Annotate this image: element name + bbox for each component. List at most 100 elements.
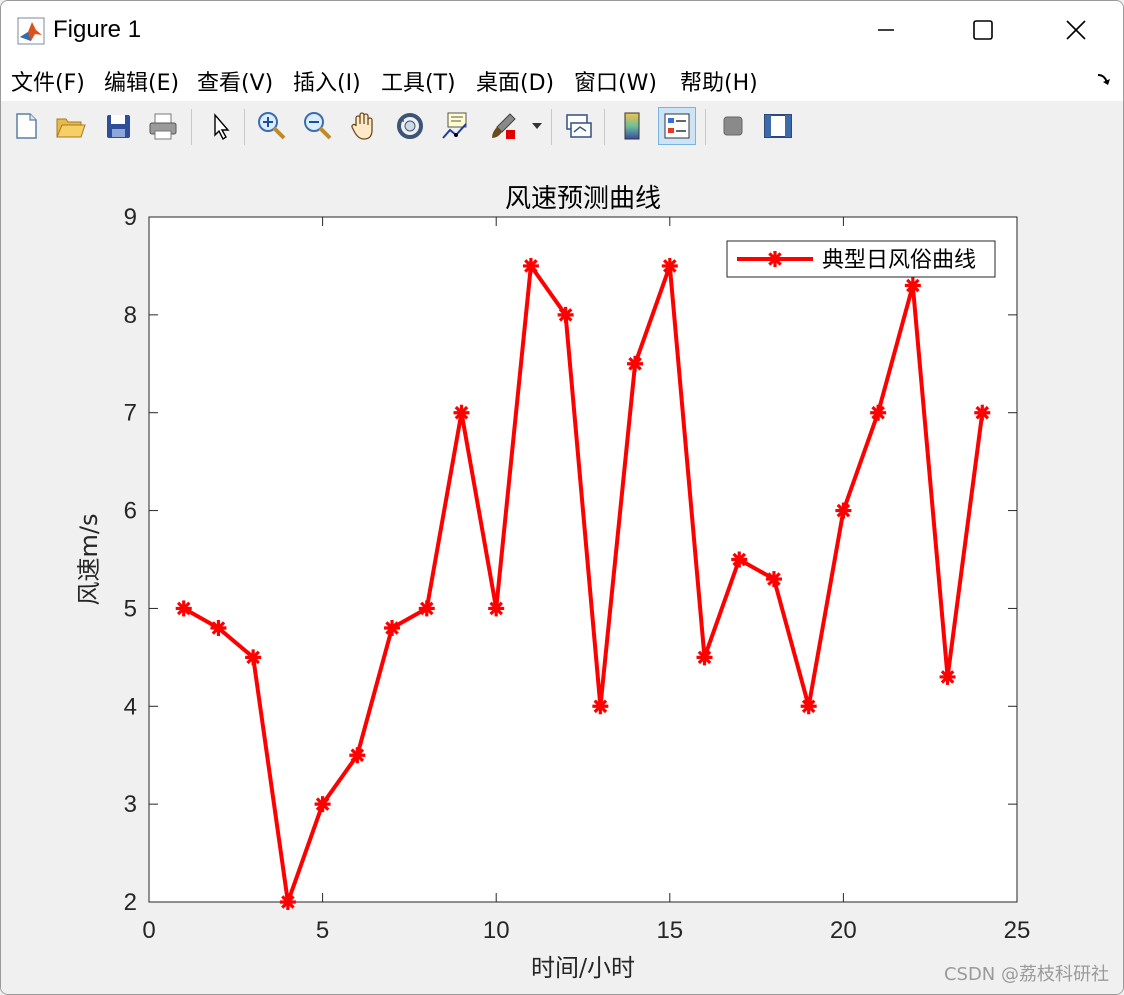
legend-label: 典型日风俗曲线	[822, 248, 976, 273]
menu-window[interactable]: 窗口(W)	[574, 65, 657, 97]
x-tick-label: 0	[142, 917, 155, 944]
pan-hand-icon	[351, 112, 373, 140]
brush-button[interactable]	[485, 107, 523, 145]
zoom-in-icon	[258, 112, 286, 140]
brush-dropdown-icon	[532, 123, 542, 129]
minimize-icon	[878, 29, 894, 31]
show-plot-tools-button[interactable]	[759, 107, 797, 145]
link-plot-icon	[566, 114, 592, 138]
new-figure-button[interactable]	[7, 107, 45, 145]
y-tick-label: 2	[124, 889, 137, 916]
print-icon	[149, 113, 177, 140]
window-title: Figure 1	[53, 16, 142, 43]
toolbar-separator	[705, 109, 706, 145]
data-point-marker	[418, 600, 435, 617]
toolbar-separator	[244, 109, 245, 145]
watermark-text: CSDN @荔枝科研社	[943, 964, 1109, 985]
data-point-marker	[279, 894, 296, 910]
data-point-marker	[696, 649, 713, 666]
menu-bar: 文件(F) 编辑(E) 查看(V) 插入(I) 工具(T) 桌面(D) 窗口(W…	[1, 59, 1123, 101]
save-button[interactable]	[99, 107, 137, 145]
legend-marker-sample	[767, 251, 783, 267]
y-axis-label: 风速m/s	[75, 514, 103, 606]
data-point-marker	[870, 404, 887, 421]
brush-icon	[492, 113, 516, 139]
data-point-marker	[384, 620, 401, 636]
menu-tools[interactable]: 工具(T)	[381, 65, 456, 97]
toolbar-separator	[604, 109, 605, 145]
y-tick-label: 7	[124, 400, 137, 427]
legend-button[interactable]	[658, 107, 696, 145]
x-tick-label: 5	[316, 917, 329, 944]
select-button[interactable]	[201, 107, 239, 145]
y-tick-label: 9	[124, 204, 137, 231]
menu-view[interactable]: 查看(V)	[197, 65, 273, 97]
new-figure-icon	[16, 113, 37, 139]
data-point-marker	[974, 404, 991, 421]
legend[interactable]: 典型日风俗曲线	[726, 240, 996, 278]
matlab-logo-icon	[17, 17, 45, 45]
colorbar-button[interactable]	[613, 107, 651, 145]
menu-file[interactable]: 文件(F)	[11, 65, 85, 97]
figure-window: Figure 1 文件(F) 编辑(E) 查看(V) 插入(I) 工具(T) 桌…	[0, 0, 1124, 995]
data-point-marker	[592, 698, 609, 715]
brush-dropdown-button[interactable]	[527, 107, 547, 145]
data-point-marker	[314, 796, 331, 813]
minimize-button[interactable]	[861, 9, 911, 51]
x-tick-label: 15	[656, 917, 683, 944]
x-tick-label: 10	[483, 917, 510, 944]
dock-arrow-icon[interactable]	[1095, 71, 1113, 89]
data-point-marker	[453, 404, 470, 421]
data-point-marker	[210, 620, 227, 636]
data-point-marker	[765, 571, 782, 588]
menu-edit[interactable]: 编辑(E)	[104, 65, 179, 97]
maximize-icon	[973, 20, 993, 40]
data-cursor-icon	[442, 112, 467, 139]
y-tick-label: 6	[124, 498, 137, 525]
print-button[interactable]	[144, 107, 182, 145]
chart-title: 风速预测曲线	[505, 184, 661, 214]
toolbar-separator	[191, 109, 192, 145]
rotate-3d-button[interactable]	[391, 107, 429, 145]
plot-svg: 风速预测曲线 0 5 10 15 20 25 2 3 4 5 6 7 8 9 时间/小时 风速m/s 典型…	[75, 184, 1031, 982]
figure-canvas: 风速预测曲线 0 5 10 15 20 25 2 3 4 5 6 7 8 9 时间/小时 风速m/s 典型…	[1, 153, 1123, 994]
data-point-marker	[175, 600, 192, 617]
data-point-marker	[488, 600, 505, 617]
pan-button[interactable]	[345, 107, 383, 145]
data-point-marker	[731, 551, 748, 568]
hide-plot-tools-icon	[723, 116, 743, 136]
data-point-marker	[800, 698, 817, 715]
menu-help[interactable]: 帮助(H)	[680, 65, 758, 97]
menu-insert[interactable]: 插入(I)	[293, 65, 361, 97]
data-point-marker	[349, 747, 366, 764]
close-button[interactable]	[1051, 9, 1101, 51]
menu-desktop[interactable]: 桌面(D)	[476, 65, 554, 97]
zoom-in-button[interactable]	[253, 107, 291, 145]
legend-icon	[664, 113, 690, 139]
zoom-out-icon	[304, 112, 332, 140]
figure-toolbar	[1, 101, 1123, 154]
maximize-button[interactable]	[958, 9, 1008, 51]
x-axis-label: 时间/小时	[531, 954, 635, 982]
title-bar: Figure 1	[1, 1, 1123, 59]
toolbar-separator	[551, 109, 552, 145]
data-point-marker	[904, 277, 921, 294]
axes-area[interactable]	[148, 216, 1018, 903]
x-tick-label: 25	[1004, 917, 1031, 944]
x-tick-label: 20	[830, 917, 857, 944]
data-point-marker	[245, 649, 262, 666]
y-tick-label: 3	[124, 791, 137, 818]
hide-plot-tools-button[interactable]	[714, 107, 752, 145]
zoom-out-button[interactable]	[299, 107, 337, 145]
save-icon	[107, 115, 130, 138]
y-tick-label: 5	[124, 595, 137, 622]
link-plot-button[interactable]	[559, 107, 597, 145]
rotate-3d-icon	[397, 113, 423, 139]
close-icon	[1066, 20, 1086, 40]
data-point-marker	[939, 668, 956, 685]
show-plot-tools-icon	[764, 114, 792, 138]
data-cursor-button[interactable]	[437, 107, 475, 145]
data-point-marker	[557, 306, 574, 323]
select-arrow-icon	[214, 113, 230, 141]
open-button[interactable]	[51, 107, 89, 145]
